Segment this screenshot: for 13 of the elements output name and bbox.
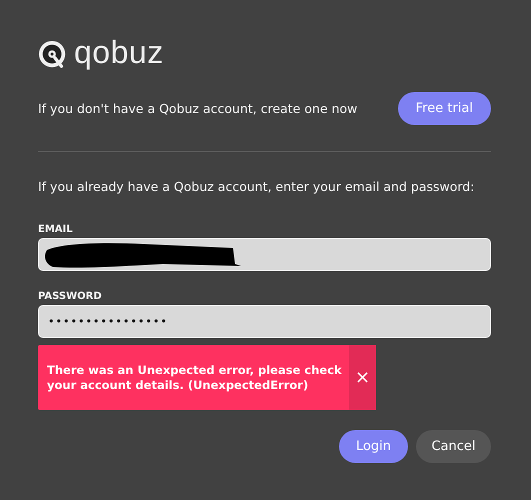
password-label: PASSWORD [38, 291, 102, 302]
close-button[interactable]: × [349, 345, 376, 410]
email-label: EMAIL [38, 224, 73, 235]
password-field[interactable]: •••••••••••••••• [38, 305, 491, 338]
disc-logo-icon [38, 40, 68, 70]
cancel-button[interactable]: Cancel [416, 430, 491, 463]
free-trial-button[interactable]: Free trial [398, 92, 491, 125]
login-instructions: If you already have a Qobuz account, enter your email and password: [38, 179, 476, 194]
login-button[interactable]: Login [339, 430, 408, 463]
error-message: There was an Unexpected error, please check your account details. (UnexpectedError) [46, 362, 343, 394]
email-field[interactable] [38, 238, 491, 271]
logo-wordmark: qobuz [74, 35, 164, 69]
signup-text: If you don't have a Qobuz account, create one now [38, 101, 358, 116]
